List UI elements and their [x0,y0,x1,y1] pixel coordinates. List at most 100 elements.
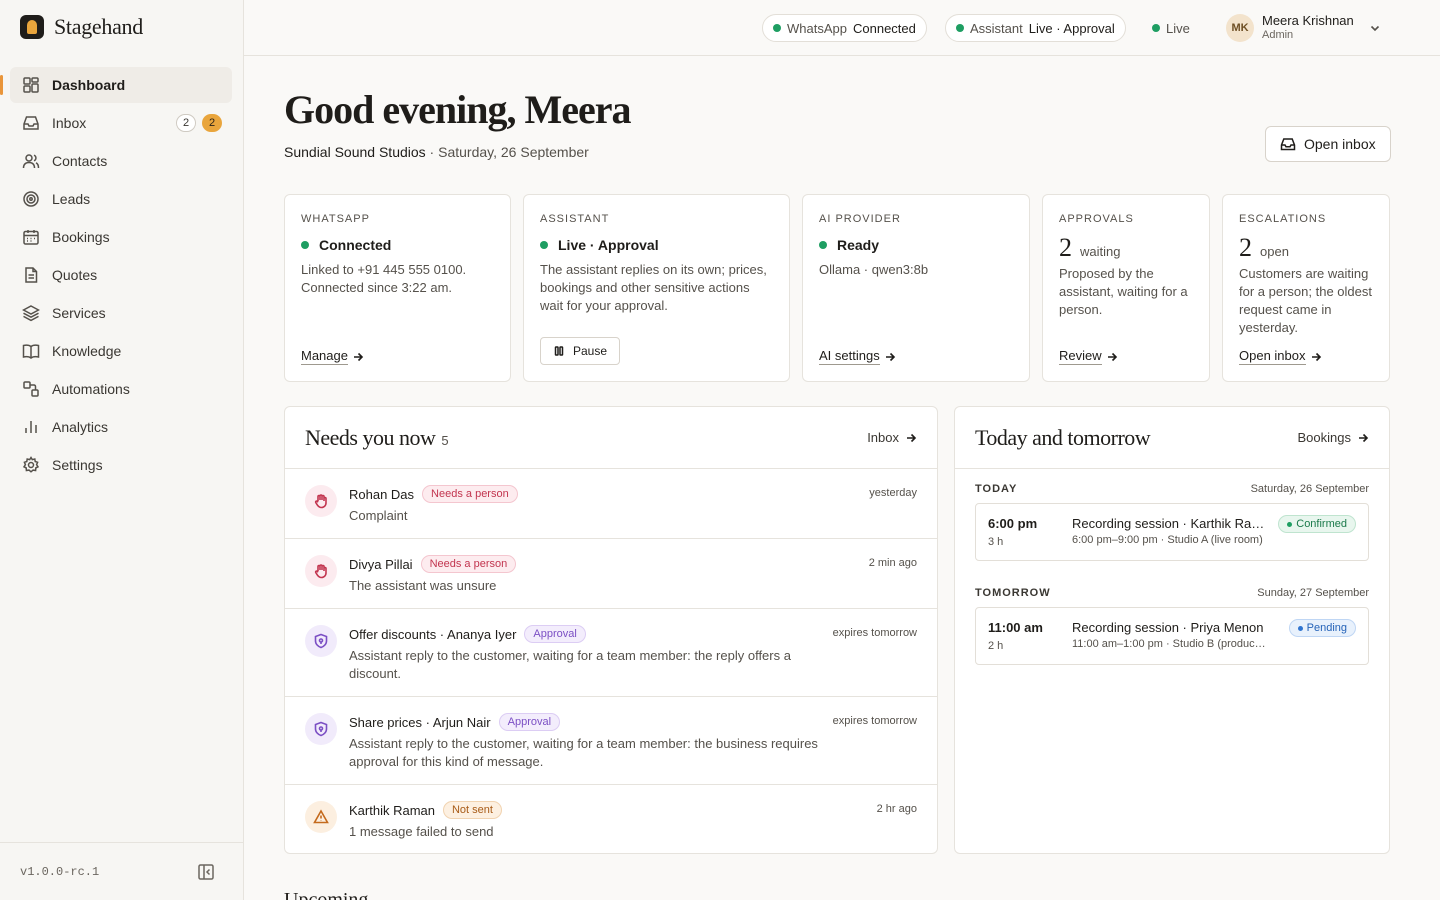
link-label: Manage [301,348,348,365]
calendar-icon [23,230,39,245]
booking-card[interactable]: 6:00 pm 3 h Recording session · Karthik … [975,503,1369,561]
sidebar-item-analytics[interactable]: Analytics [10,409,232,445]
sidebar-item-bookings[interactable]: Bookings [10,219,232,255]
brand-name: Stagehand [54,14,143,39]
booking-time: 6:00 pm [988,516,1038,531]
arrow-right-icon [1359,433,1369,442]
panel-title: Needs you now 5 [305,425,449,451]
list-item[interactable]: Share prices · Arjun Nair Approval Assist… [285,697,937,785]
shield-icon [314,633,328,649]
sidebar-item-automations[interactable]: Automations [10,371,232,407]
inbox-icon [23,116,39,130]
sidebar-item-label: Quotes [52,267,98,283]
needs-you-now-panel: Needs you now 5 Inbox Rohan Das Needs a pe… [284,406,938,854]
document-icon [25,267,38,283]
ai-provider-card: AI PROVIDER Ready Ollama · qwen3:8b AI s… [802,194,1030,382]
card-text: The assistant replies on its own; prices… [540,262,767,313]
list-item[interactable]: Rohan Das Needs a person Complaint yester… [285,469,937,539]
badge-text: Confirmed [1296,518,1347,530]
open-inbox-link[interactable]: Open inbox [1239,348,1322,365]
list-item[interactable]: Karthik Raman Not sent 1 message failed t… [285,785,937,853]
row-subtitle: Complaint [349,508,408,523]
user-info: Meera Krishnan Admin [1262,14,1354,42]
row-icon [305,801,337,833]
open-inbox-button[interactable]: Open inbox [1265,126,1391,162]
badge-text: Pending [1306,622,1347,634]
status-badge: Needs a person [420,555,517,573]
booking-card[interactable]: 11:00 am 2 h Recording session · Priya M… [975,607,1369,665]
whatsapp-chip-label: WhatsApp [787,20,847,36]
manage-link[interactable]: Manage [301,348,364,365]
count-number: 2 [1239,233,1252,262]
sidebar-item-services[interactable]: Services [10,295,232,331]
arrow-right-icon [353,352,364,361]
inbox-icon [1280,138,1296,151]
assistant-chip-label: Assistant [970,20,1023,36]
collapse-sidebar-icon[interactable] [197,863,215,881]
sidebar-item-quotes[interactable]: Quotes [10,257,232,293]
brand[interactable]: Stagehand [20,14,143,40]
user-role: Admin [1262,29,1294,41]
hand-icon [314,564,327,579]
user-menu[interactable]: MK Meera Krishnan Admin [1226,14,1382,42]
warning-icon [313,809,329,824]
section-label: TODAY [975,483,1018,495]
dashboard-icon [23,77,39,93]
row-time: 2 min ago [868,557,917,569]
pause-icon [554,346,564,356]
sidebar-item-label: Settings [52,457,103,473]
card-status-text: Connected [319,237,392,253]
section-date: Sunday, 27 September [1257,587,1369,599]
chevron-down-icon [1370,25,1379,32]
status-dot [540,241,548,249]
whatsapp-status-chip[interactable]: WhatsApp Connected [762,14,927,42]
status-badge: Needs a person [422,485,518,503]
whatsapp-card: WHATSAPP Connected Linked to +91 445 555… [284,194,511,382]
sidebar-item-knowledge[interactable]: Knowledge [10,333,232,369]
arrow-right-icon [1107,352,1117,361]
card-label: WHATSAPP [301,213,370,225]
list-item[interactable]: Divya Pillai Needs a person The assistant… [285,539,937,609]
card-label: AI PROVIDER [819,213,901,225]
ai-settings-link[interactable]: AI settings [819,348,896,365]
card-label: ASSISTANT [540,213,610,225]
next-section-title: Upcoming [284,890,404,900]
list-item[interactable]: Offer discounts · Ananya Iyer Approval As… [285,609,937,697]
row-time: yesterday [869,487,917,499]
app-version: v1.0.0-rc.1 [20,864,100,879]
sidebar-item-label: Leads [52,191,91,207]
card-status: Ready [819,237,1013,253]
today-section-header: TODAY Saturday, 26 September [955,483,1389,495]
bookings-link[interactable]: Bookings [1298,430,1369,445]
escalations-count: 2 open [1239,233,1373,263]
link-label: AI settings [819,348,880,365]
count-word: open [1260,244,1289,259]
approvals-count: 2 waiting [1059,233,1193,263]
review-link[interactable]: Review [1059,348,1118,365]
card-text: Ollama · qwen3:8b [819,262,929,277]
sidebar-item-settings[interactable]: Settings [10,447,232,483]
status-dot [819,241,827,249]
panel-header: Today and tomorrow Bookings [955,407,1389,469]
current-date: · Saturday, 26 September [425,144,589,160]
sidebar-item-dashboard[interactable]: Dashboard [0,67,232,103]
pause-assistant-button[interactable]: Pause [540,337,621,365]
sidebar-item-contacts[interactable]: Contacts [10,143,232,179]
assistant-chip-value: Live · Approval [1028,20,1115,36]
row-title-text: Offer discounts · Ananya Iyer [349,626,517,642]
assistant-status-chip[interactable]: Assistant Live · Approval [945,14,1126,42]
row-title: Rohan Das Needs a person [349,485,917,503]
sidebar-item-inbox[interactable]: Inbox 2 2 [10,105,232,141]
book-icon [22,344,40,359]
panel-title: Today and tomorrow [975,424,1151,450]
sidebar-item-leads[interactable]: Leads [10,181,232,217]
inbox-link[interactable]: Inbox [867,430,917,445]
studio-name: Sundial Sound Studios [284,144,426,160]
target-icon [23,191,39,207]
today-tomorrow-panel: Today and tomorrow Bookings TODAY Saturd… [954,406,1390,854]
arrow-right-icon [885,352,895,361]
sidebar: Stagehand Dashboard Inbox 2 2 Contacts L… [0,0,244,900]
booking-time: 11:00 am [988,620,1043,635]
row-icon [305,713,337,745]
booking-duration: 2 h [988,640,1004,652]
